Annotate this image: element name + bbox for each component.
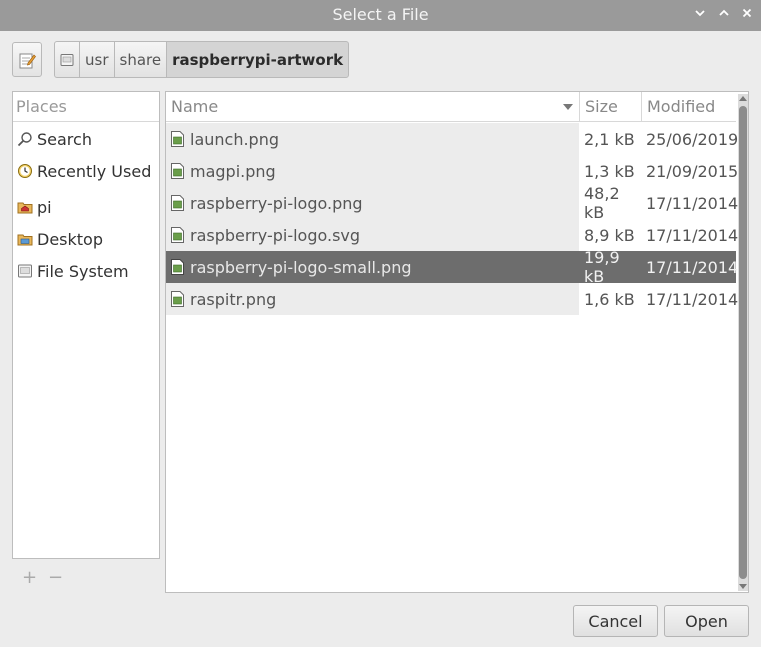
places-header: Places (13, 92, 159, 122)
file-row[interactable]: magpi.png 1,3 kB 21/09/2015 (166, 155, 739, 187)
window-title: Select a File (332, 5, 429, 24)
drive-icon (16, 263, 33, 280)
column-header-name[interactable]: Name (166, 92, 579, 122)
image-file-icon (171, 195, 184, 211)
file-size: 1,6 kB (584, 289, 635, 309)
crumb-raspberrypi-artwork[interactable]: raspberrypi-artwork (166, 41, 350, 78)
file-size: 1,3 kB (584, 161, 635, 181)
vertical-scrollbar[interactable] (738, 94, 748, 591)
place-search[interactable]: Search (16, 127, 92, 151)
file-name: raspberry-pi-logo-small.png (190, 257, 412, 277)
place-label: Search (37, 129, 92, 149)
file-list: Name Size Modified launch.png 2,1 kB 25/… (165, 91, 749, 593)
desktop-folder-icon (16, 231, 33, 248)
crumb-usr[interactable]: usr (79, 41, 115, 78)
place-label: Recently Used (37, 161, 152, 181)
file-size: 19,9 kB (584, 248, 620, 286)
place-recently-used[interactable]: Recently Used (16, 159, 151, 183)
file-row[interactable]: raspitr.png 1,6 kB 17/11/2014 (166, 283, 739, 315)
title-bar: Select a File (0, 0, 761, 31)
place-label: File System (37, 261, 129, 281)
column-header-modified[interactable]: Modified (641, 92, 736, 122)
file-size: 8,9 kB (584, 225, 635, 245)
search-icon (16, 131, 33, 148)
file-row[interactable]: raspberry-pi-logo.png 48,2 kB 17/11/2014 (166, 184, 739, 222)
scroll-down-icon[interactable] (739, 584, 747, 589)
file-row[interactable]: raspberry-pi-logo.svg 8,9 kB 17/11/2014 (166, 219, 739, 251)
file-name: magpi.png (190, 161, 276, 181)
crumb-share[interactable]: share (113, 41, 168, 78)
file-name: raspberry-pi-logo.svg (190, 225, 361, 245)
file-modified: 17/11/2014 (646, 225, 739, 245)
file-row[interactable]: launch.png 2,1 kB 25/06/2019 (166, 123, 739, 155)
home-folder-icon (16, 199, 33, 216)
file-name: raspitr.png (190, 289, 277, 309)
close-icon[interactable] (737, 5, 757, 25)
cancel-button[interactable]: Cancel (573, 605, 658, 637)
file-name: raspberry-pi-logo.png (190, 193, 363, 213)
clock-icon (16, 163, 33, 180)
path-bar: usr share raspberrypi-artwork (54, 41, 350, 78)
image-file-icon (171, 291, 184, 307)
places-sidebar: Places Search Recently Used pi Desktop F… (12, 91, 160, 559)
scrollbar-thumb[interactable] (739, 106, 747, 579)
remove-bookmark-button[interactable]: − (48, 567, 63, 588)
open-button[interactable]: Open (664, 605, 749, 637)
file-name: launch.png (190, 129, 280, 149)
place-label: pi (37, 197, 52, 217)
crumb-root[interactable] (54, 41, 80, 78)
file-modified: 17/11/2014 (646, 193, 739, 213)
image-file-icon (171, 131, 184, 147)
file-size: 48,2 kB (584, 184, 620, 222)
file-size: 2,1 kB (584, 129, 635, 149)
maximize-icon[interactable] (714, 5, 734, 25)
file-row-selected[interactable]: raspberry-pi-logo-small.png 19,9 kB 17/1… (166, 248, 739, 286)
image-file-icon (171, 227, 184, 243)
place-file-system[interactable]: File System (16, 259, 129, 283)
image-file-icon (171, 163, 184, 179)
add-bookmark-button[interactable]: + (22, 567, 37, 588)
file-modified: 17/11/2014 (646, 289, 739, 309)
place-label: Desktop (37, 229, 103, 249)
minimize-icon[interactable] (690, 5, 710, 25)
sort-down-icon (563, 104, 573, 110)
column-header-size[interactable]: Size (579, 92, 641, 122)
file-modified: 17/11/2014 (646, 257, 739, 277)
scroll-up-icon[interactable] (739, 96, 747, 101)
file-modified: 21/09/2015 (646, 161, 739, 181)
file-modified: 25/06/2019 (646, 129, 739, 149)
place-pi[interactable]: pi (16, 195, 52, 219)
edit-pencil-icon (19, 53, 36, 69)
place-desktop[interactable]: Desktop (16, 227, 103, 251)
type-location-button[interactable] (12, 42, 42, 77)
drive-icon (60, 53, 74, 66)
column-name-label: Name (171, 97, 219, 116)
image-file-icon (171, 259, 184, 275)
